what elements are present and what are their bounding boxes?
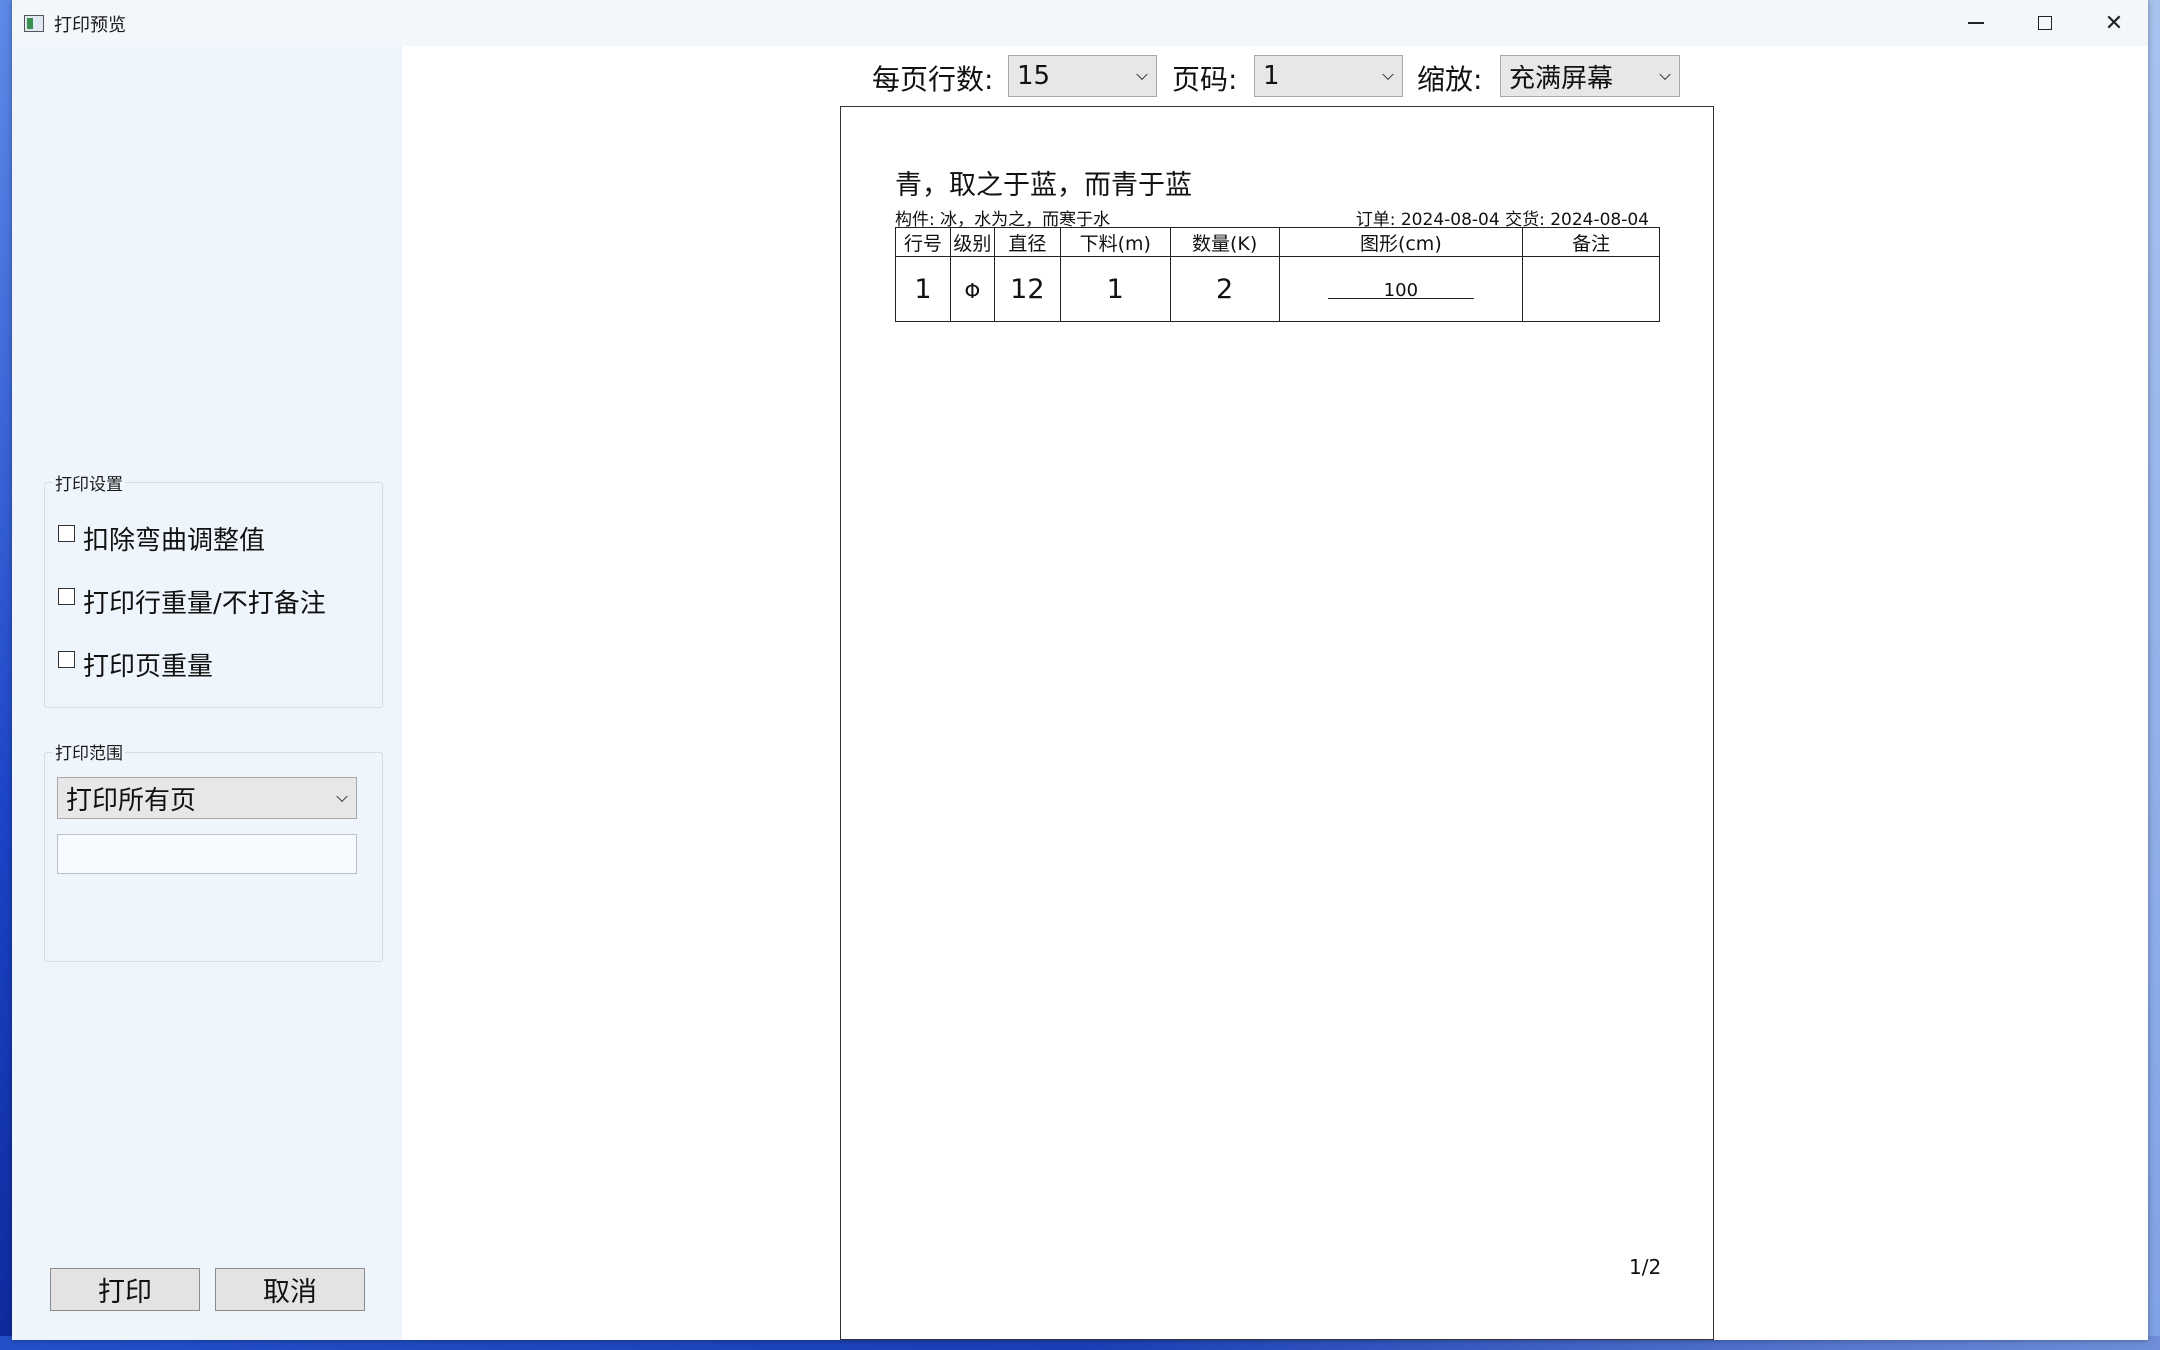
option-print-page-weight[interactable]: 打印页重量 (58, 646, 213, 683)
window-title: 打印预览 (54, 15, 126, 35)
print-button[interactable]: 打印 (50, 1268, 200, 1311)
column-header: 图形(cm) (1278, 227, 1524, 257)
print-range-title: 打印范围 (53, 739, 125, 764)
option-deduct-bend[interactable]: 扣除弯曲调整值 (58, 520, 265, 557)
print-range-value: 打印所有页 (66, 785, 197, 816)
table-row: 1 Φ 12 1 2 100 (895, 256, 1660, 322)
column-header: 备注 (1522, 227, 1660, 257)
rows-per-page-label: 每页行数: (872, 63, 994, 96)
minimize-button[interactable] (1942, 0, 2010, 46)
column-header: 数量(K) (1169, 227, 1280, 257)
cell-cut-length: 1 (1059, 256, 1171, 322)
desktop-wallpaper-right (2148, 0, 2160, 1350)
grade-symbol: Φ (964, 278, 981, 303)
option-label: 打印页重量 (83, 652, 214, 682)
rebar-shape-line (1327, 297, 1475, 299)
rebar-table: 行号 级别 直径 下料(m) 数量(K) 图形(cm) 备注 1 Φ 12 1 … (895, 227, 1660, 322)
chevron-down-icon (1136, 68, 1148, 81)
checkbox[interactable] (58, 525, 75, 542)
column-header: 级别 (949, 227, 995, 257)
preview-page: 青，取之于蓝，而青于蓝 构件: 冰，水为之，而寒于水 订单: 2024-08-0… (840, 106, 1714, 1340)
maximize-button[interactable] (2011, 0, 2079, 46)
column-header: 直径 (993, 227, 1061, 257)
option-label: 打印行重量/不打备注 (83, 589, 326, 619)
document-title: 青，取之于蓝，而青于蓝 (895, 170, 1192, 201)
cell-grade: Φ (949, 256, 995, 322)
page-indicator: 1/2 (1629, 1255, 1662, 1279)
option-label: 扣除弯曲调整值 (83, 526, 266, 556)
zoom-label: 缩放: (1417, 63, 1483, 96)
cell-diameter: 12 (993, 256, 1061, 322)
sidebar: 打印设置 扣除弯曲调整值 打印行重量/不打备注 打印页重量 打印范围 打印所有页… (12, 46, 402, 1340)
chevron-down-icon (336, 790, 348, 803)
print-preview-window: 打印预览 ✕ 打印设置 扣除弯曲调整值 打印行重量/不打备注 打印页重量 打印范… (12, 0, 2148, 1340)
page-number-label: 页码: (1172, 63, 1238, 96)
cell-quantity: 2 (1169, 256, 1280, 322)
column-header: 下料(m) (1059, 227, 1171, 257)
title-bar[interactable]: 打印预览 ✕ (12, 0, 2148, 46)
zoom-select[interactable]: 充满屏幕 (1500, 55, 1680, 97)
checkbox[interactable] (58, 651, 75, 668)
page-number-value: 1 (1263, 61, 1280, 91)
minimize-icon (1968, 22, 1984, 24)
column-header: 行号 (895, 227, 951, 257)
page-range-input[interactable] (57, 834, 357, 874)
cell-line: 1 (895, 256, 951, 322)
cell-note (1522, 256, 1660, 322)
desktop-wallpaper-left (0, 0, 12, 1350)
close-button[interactable]: ✕ (2080, 0, 2148, 46)
app-icon (24, 15, 44, 32)
table-header-row: 行号 级别 直径 下料(m) 数量(K) 图形(cm) 备注 (895, 227, 1660, 257)
chevron-down-icon (1659, 68, 1671, 81)
checkbox[interactable] (58, 588, 75, 605)
cell-shape: 100 (1278, 256, 1524, 322)
print-range-select[interactable]: 打印所有页 (57, 777, 357, 819)
chevron-down-icon (1382, 68, 1394, 81)
close-icon: ✕ (2104, 10, 2124, 36)
cancel-button[interactable]: 取消 (215, 1268, 365, 1311)
maximize-icon (2038, 16, 2052, 30)
page-number-select[interactable]: 1 (1254, 55, 1403, 97)
zoom-value: 充满屏幕 (1509, 63, 1614, 94)
print-settings-title: 打印设置 (53, 470, 125, 495)
rows-per-page-value: 15 (1017, 61, 1051, 91)
option-print-row-weight[interactable]: 打印行重量/不打备注 (58, 583, 326, 620)
rows-per-page-select[interactable]: 15 (1008, 55, 1157, 97)
